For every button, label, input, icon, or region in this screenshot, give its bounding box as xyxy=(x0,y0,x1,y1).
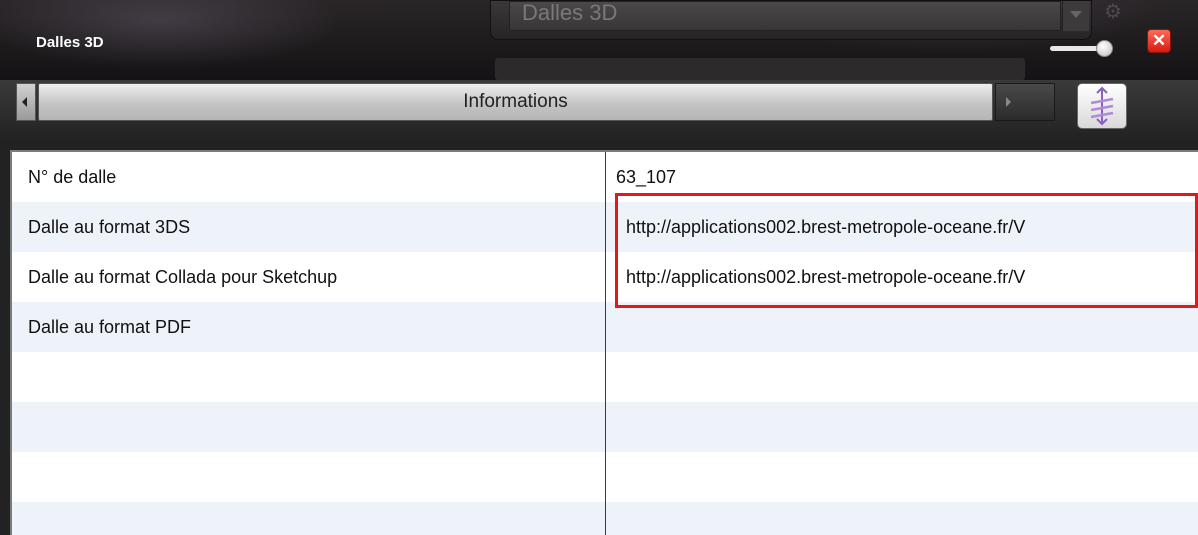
slider-track xyxy=(1050,46,1102,51)
table-value-cell xyxy=(616,402,1198,452)
background-strip xyxy=(495,58,1025,80)
table-key-cell: Dalle au format 3DS xyxy=(28,217,191,237)
table-value-cell xyxy=(616,502,1198,535)
tab-bar: Informations xyxy=(0,80,1198,140)
table-key-cell xyxy=(28,502,588,535)
gear-icon: ⚙ xyxy=(1104,1,1122,23)
background-layer-combo-text: Dalles 3D xyxy=(509,1,1061,31)
tab-scroll-left-button[interactable] xyxy=(16,83,36,121)
table-key-cell: N° de dalle xyxy=(28,167,117,187)
table-value-cell: 63_107 xyxy=(616,167,677,187)
tab-informations[interactable]: Informations xyxy=(38,83,993,121)
window-titlebar: Dalles 3D ⚙ Dalles 3D ✕ xyxy=(0,0,1198,80)
chevron-down-icon xyxy=(1062,1,1089,31)
slider-thumb[interactable] xyxy=(1096,40,1113,57)
window-title: Dalles 3D xyxy=(36,34,104,51)
tab-scroll-right-button[interactable] xyxy=(995,83,1055,121)
table-key-cell xyxy=(28,352,588,402)
table-value-cell xyxy=(616,452,1198,502)
opacity-slider[interactable] xyxy=(1050,40,1120,58)
background-layer-combo: Dalles 3D xyxy=(490,0,1092,40)
table-value-link[interactable]: http://applications002.brest-metropole-o… xyxy=(626,252,1198,302)
info-table: N° de dalle 63_107 Dalle au format 3DS h… xyxy=(10,150,1198,535)
table-key-cell xyxy=(28,402,588,452)
table-key-cell: Dalle au format Collada pour Sketchup xyxy=(28,267,338,287)
table-value-cell xyxy=(616,352,1198,402)
pin-icon xyxy=(1090,86,1114,126)
close-button[interactable]: ✕ xyxy=(1147,29,1171,53)
table-value-cell xyxy=(616,302,1198,352)
table-key-cell: Dalle au format PDF xyxy=(28,317,192,337)
table-key-cell xyxy=(28,452,588,502)
pin-button[interactable] xyxy=(1077,83,1127,129)
column-divider xyxy=(605,152,606,535)
informations-panel: N° de dalle 63_107 Dalle au format 3DS h… xyxy=(0,140,1198,535)
table-value-link[interactable]: http://applications002.brest-metropole-o… xyxy=(626,202,1198,252)
